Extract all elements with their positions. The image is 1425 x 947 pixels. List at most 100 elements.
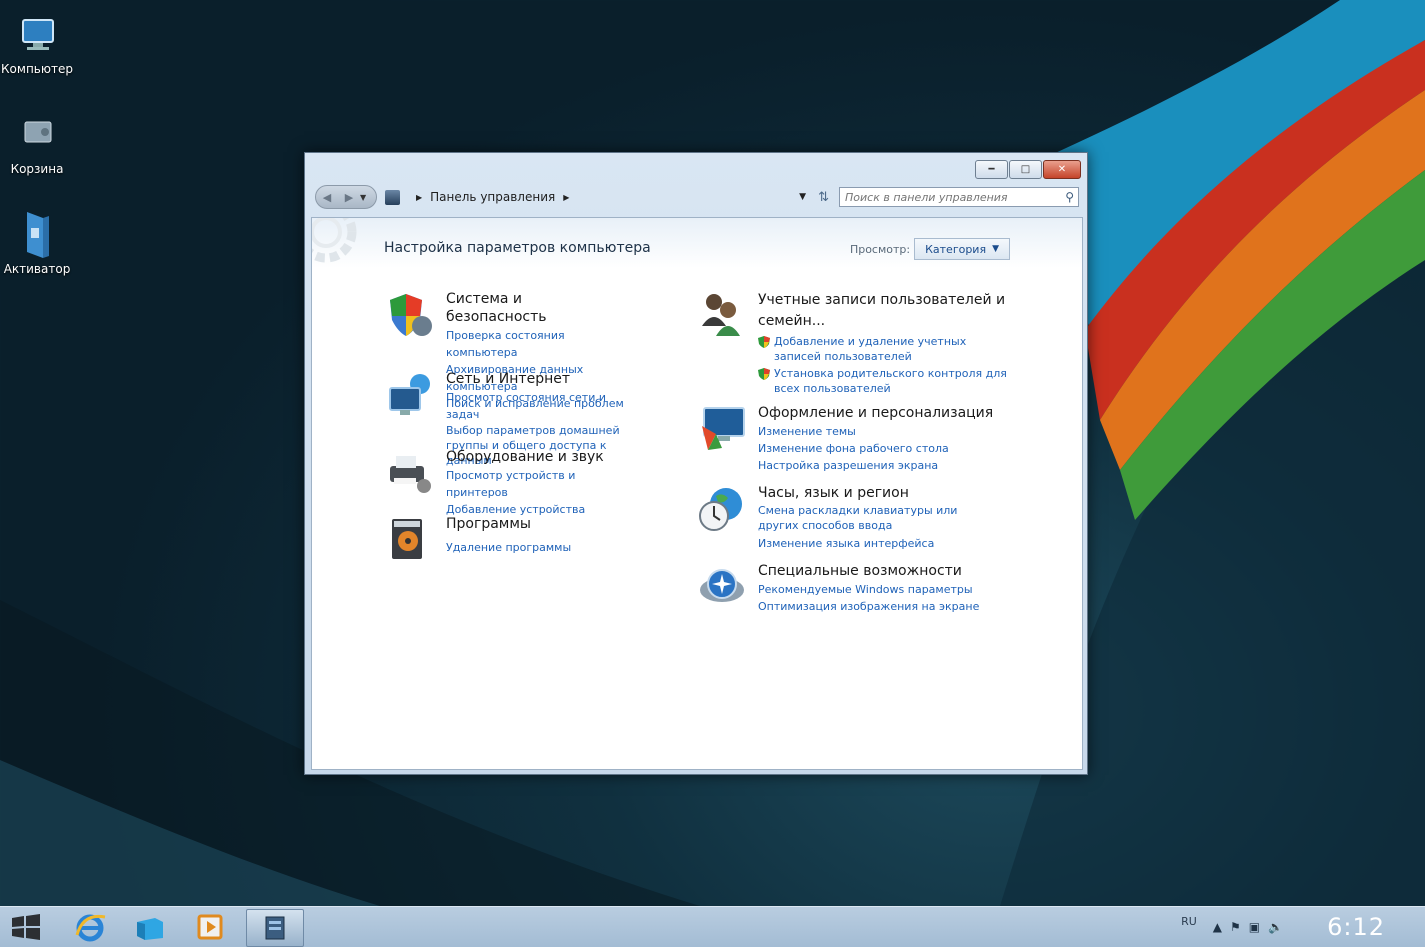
desktop-icon-label: Активатор [3, 262, 71, 276]
internet-explorer-icon [75, 914, 106, 942]
taskbar-explorer[interactable] [128, 909, 172, 945]
category-programs: Программы Удаление программы [386, 515, 626, 565]
desktop-icon-label: Корзина [10, 162, 64, 176]
minimize-button[interactable]: ━ [975, 160, 1008, 179]
clock-globe-icon [698, 484, 748, 534]
title-bar[interactable]: ━ □ ✕ [305, 153, 1087, 181]
category-title[interactable]: Учетные записи пользователей и семейн... [758, 290, 1008, 332]
back-button[interactable]: ◀ [316, 187, 338, 207]
taskbar-control-panel[interactable] [246, 909, 304, 947]
view-selector: Просмотр: Категория ▼ [850, 238, 1010, 260]
category-appearance: Оформление и персонализация Изменение те… [698, 404, 1028, 474]
desktop-icon-recycle-bin[interactable]: Корзина [0, 116, 74, 176]
category-link[interactable]: Установка родительского контроля для все… [774, 366, 1008, 396]
category-hardware-sound: Оборудование и звук Просмотр устройств и… [386, 448, 626, 518]
view-value: Категория [925, 242, 987, 256]
category-link[interactable]: Оптимизация изображения на экране [758, 598, 979, 615]
appearance-icon [698, 404, 748, 454]
forward-button[interactable]: ▶ [338, 187, 360, 207]
page-title: Настройка параметров компьютера [384, 240, 651, 256]
folder-icon [137, 918, 163, 940]
search-icon[interactable]: ⚲ [1065, 190, 1074, 204]
search-box[interactable]: ⚲ [839, 187, 1079, 207]
control-panel-icon [265, 916, 285, 940]
recent-pages-button[interactable]: ▼ [360, 193, 372, 202]
category-link[interactable]: Просмотр состояния сети и задач [446, 389, 626, 423]
show-hidden-icons-icon[interactable]: ▲ [1213, 920, 1222, 934]
shield-icon [386, 290, 436, 340]
back-arrow-icon: ◀ [322, 190, 332, 204]
printer-icon [386, 448, 436, 498]
users-icon [698, 290, 748, 340]
category-link[interactable]: Рекомендуемые Windows параметры [758, 581, 979, 598]
folder-icon [13, 208, 61, 260]
close-button[interactable]: ✕ [1043, 160, 1081, 179]
start-button[interactable] [8, 910, 44, 944]
taskbar: RU ▲ ⚑ ▣ 🔈 6:12 [0, 906, 1425, 947]
link-with-shield: Установка родительского контроля для все… [758, 366, 1008, 396]
nav-buttons: ◀ ▶ ▼ [315, 185, 377, 209]
computer-icon [13, 16, 61, 60]
category-clock-language-region: Часы, язык и регион Смена раскладки клав… [698, 484, 1028, 552]
category-link[interactable]: Изменение языка интерфейса [758, 535, 998, 552]
network-icon[interactable]: ▣ [1249, 920, 1260, 934]
category-link[interactable]: Просмотр устройств и принтеров [446, 467, 626, 501]
search-input[interactable] [845, 190, 1066, 204]
language-indicator[interactable]: RU [1181, 915, 1197, 928]
forward-arrow-icon: ▶ [344, 190, 354, 204]
category-title[interactable]: Оформление и персонализация [758, 404, 993, 422]
chevron-down-icon: ▼ [360, 192, 367, 202]
link-with-shield: Добавление и удаление учетных записей по… [758, 334, 1008, 364]
maximize-button[interactable]: □ [1009, 160, 1042, 179]
view-label: Просмотр: [849, 242, 911, 256]
desktop-icon-computer[interactable]: Компьютер [0, 16, 74, 76]
category-user-accounts: Учетные записи пользователей и семейн...… [698, 290, 1028, 396]
category-link[interactable]: Добавление и удаление учетных записей по… [774, 334, 1008, 364]
clock[interactable]: 6:12 [1327, 913, 1385, 941]
uac-shield-icon [758, 368, 770, 380]
breadcrumb-arrow-icon[interactable]: ▶ [563, 193, 569, 202]
category-title[interactable]: Система и безопасность [446, 290, 626, 326]
close-icon: ✕ [1057, 164, 1067, 175]
content-area: Настройка параметров компьютера Просмотр… [311, 217, 1083, 770]
breadcrumb-arrow-icon[interactable]: ▶ [416, 193, 422, 202]
navigation-bar: ◀ ▶ ▼ ▶ Панель управления ▶ ▼ ⇅ ⚲ [315, 185, 1079, 209]
system-tray: RU ▲ ⚑ ▣ 🔈 6:12 [1181, 907, 1425, 947]
media-player-icon [197, 914, 223, 940]
chevron-down-icon: ▼ [992, 244, 999, 254]
category-link[interactable]: Удаление программы [446, 539, 571, 556]
category-title[interactable]: Часы, язык и регион [758, 484, 998, 502]
taskbar-media-player[interactable] [188, 909, 232, 945]
refresh-icon[interactable]: ⇅ [818, 190, 829, 205]
category-title[interactable]: Сеть и Интернет [446, 370, 626, 388]
category-link[interactable]: Изменение фона рабочего стола [758, 440, 993, 457]
recycle-bin-icon [13, 116, 61, 160]
category-title[interactable]: Программы [446, 515, 571, 533]
category-link[interactable]: Настройка разрешения экрана [758, 457, 993, 474]
volume-icon[interactable]: 🔈 [1268, 920, 1283, 934]
minimize-icon: ━ [988, 164, 995, 175]
category-link[interactable]: Смена раскладки клавиатуры или других сп… [758, 503, 998, 533]
category-title[interactable]: Оборудование и звук [446, 448, 626, 466]
control-panel-window: ━ □ ✕ ◀ ▶ ▼ ▶ Панель управления ▶ ▼ ⇅ ⚲ [304, 152, 1088, 775]
breadcrumb: ▶ Панель управления ▶ [385, 186, 577, 208]
control-panel-icon [385, 189, 400, 205]
network-icon [386, 370, 436, 420]
view-dropdown[interactable]: Категория ▼ [914, 238, 1010, 260]
category-link[interactable]: Изменение темы [758, 423, 993, 440]
maximize-icon: □ [1020, 164, 1031, 175]
category-title[interactable]: Специальные возможности [758, 562, 979, 580]
category-link[interactable]: Проверка состояния компьютера [446, 327, 626, 361]
desktop-icon-label: Компьютер [1, 62, 73, 76]
uac-shield-icon [758, 336, 770, 348]
programs-icon [386, 515, 436, 565]
category-accessibility: Специальные возможности Рекомендуемые Wi… [698, 562, 1028, 615]
desktop-icon-activator[interactable]: Активатор [0, 208, 74, 276]
windows-logo-icon [12, 914, 40, 940]
breadcrumb-control-panel[interactable]: Панель управления [430, 190, 555, 204]
action-center-flag-icon[interactable]: ⚑ [1230, 920, 1241, 934]
gear-watermark-icon [312, 218, 357, 263]
taskbar-internet-explorer[interactable] [68, 909, 112, 945]
address-dropdown-icon[interactable]: ▼ [799, 192, 806, 202]
accessibility-icon [698, 562, 748, 612]
